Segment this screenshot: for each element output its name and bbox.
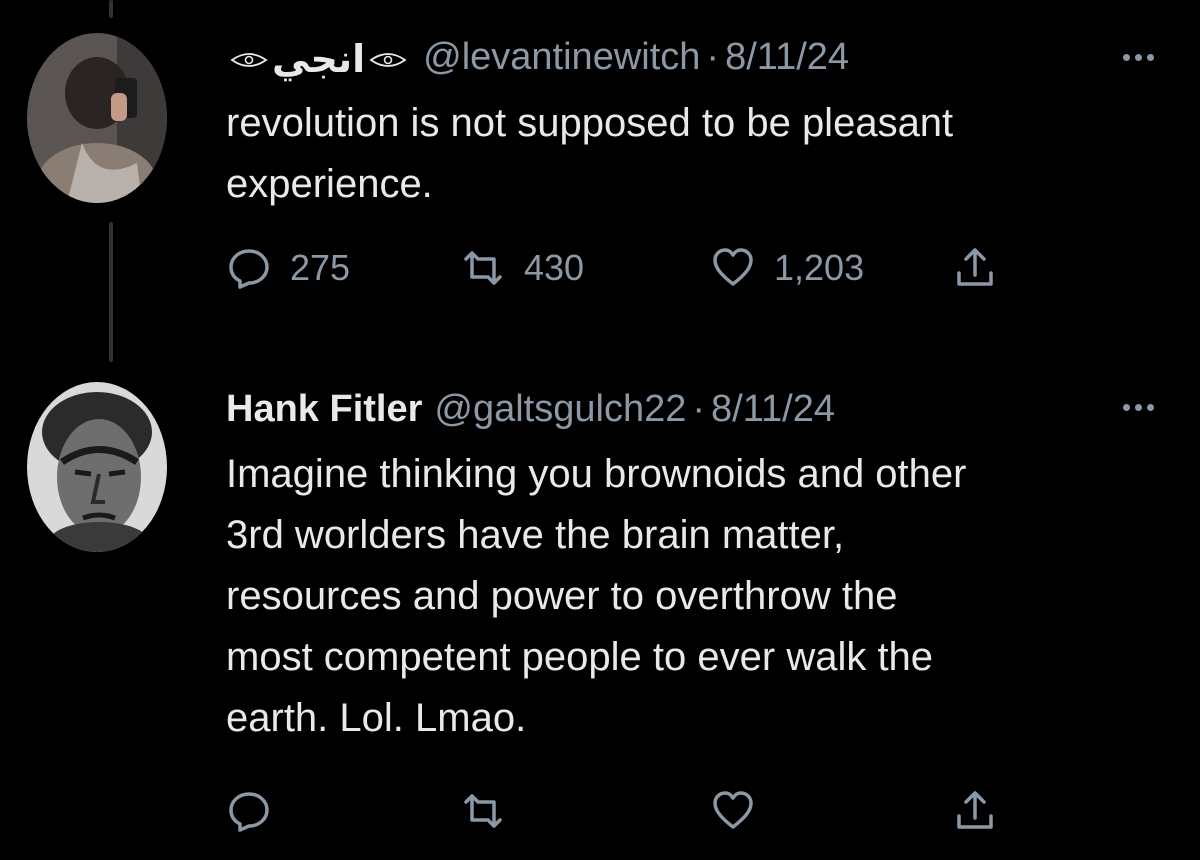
display-name[interactable]: انجي [226,41,411,79]
eye-icon [230,53,268,67]
reply-button[interactable] [226,788,272,834]
tweet-text-line: 3rd worlders have the brain matter, [226,513,845,557]
more-icon[interactable] [1123,54,1154,61]
retweet-button[interactable]: 430 [460,245,584,291]
tweet-text: Imagine thinking you brownoids and other… [226,444,1156,749]
like-button[interactable] [710,788,756,834]
share-icon [957,248,993,286]
reply-button[interactable]: 275 [226,245,350,291]
share-button[interactable] [952,245,998,291]
tweet-text-line: earth. Lol. Lmao. [226,696,527,740]
reply-icon [229,792,269,832]
tweet-text-line: most competent people to ever walk the [226,635,934,679]
separator: · [706,36,720,78]
retweet-icon [464,251,502,285]
action-bar: 275 430 1,203 [226,245,1006,295]
retweet-button[interactable] [460,788,506,834]
eye-icon [369,53,407,67]
action-bar [226,788,1006,838]
date[interactable]: 8/11/24 [711,390,835,428]
separator: · [692,388,706,430]
heart-icon [713,248,753,286]
tweet-text-line: resources and power to overthrow the [226,574,898,618]
like-count: 1,203 [774,247,865,288]
date[interactable]: 8/11/24 [725,38,849,76]
avatar-photo [27,33,167,203]
handle[interactable]: @levantinewitch [423,38,700,76]
like-button[interactable]: 1,203 [710,245,864,291]
reply-icon [229,249,269,289]
tweet-text: revolution is not supposed to be pleasan… [226,93,1156,215]
tweet-header: انجي @levantinewitch · 8/11/24 [226,38,849,79]
display-name[interactable]: Hank Fitler [226,390,422,428]
tweet-text-line: Imagine thinking you brownoids and other [226,452,967,496]
share-button[interactable] [952,788,998,834]
retweet-count: 430 [524,247,585,288]
avatar[interactable] [27,382,167,552]
heart-icon [713,791,753,829]
retweet-icon [464,794,502,828]
avatar[interactable] [27,33,167,203]
tweet-2[interactable]: Hank Fitler @galtsgulch22 · 8/11/24 Imag… [0,370,1200,860]
tweet-header: Hank Fitler @galtsgulch22 · 8/11/24 [226,390,835,428]
tweet-text-line: revolution is not supposed to be pleasan… [226,101,954,145]
avatar-photo [27,382,167,552]
reply-count: 275 [290,247,351,288]
handle[interactable]: @galtsgulch22 [434,390,686,428]
tweet-1[interactable]: انجي @levantinewitch · 8/11/24 revolutio… [0,0,1200,360]
share-icon [957,791,993,829]
more-icon[interactable] [1123,404,1154,411]
tweet-text-line: experience. [226,162,433,206]
display-name-text: انجي [272,39,366,81]
